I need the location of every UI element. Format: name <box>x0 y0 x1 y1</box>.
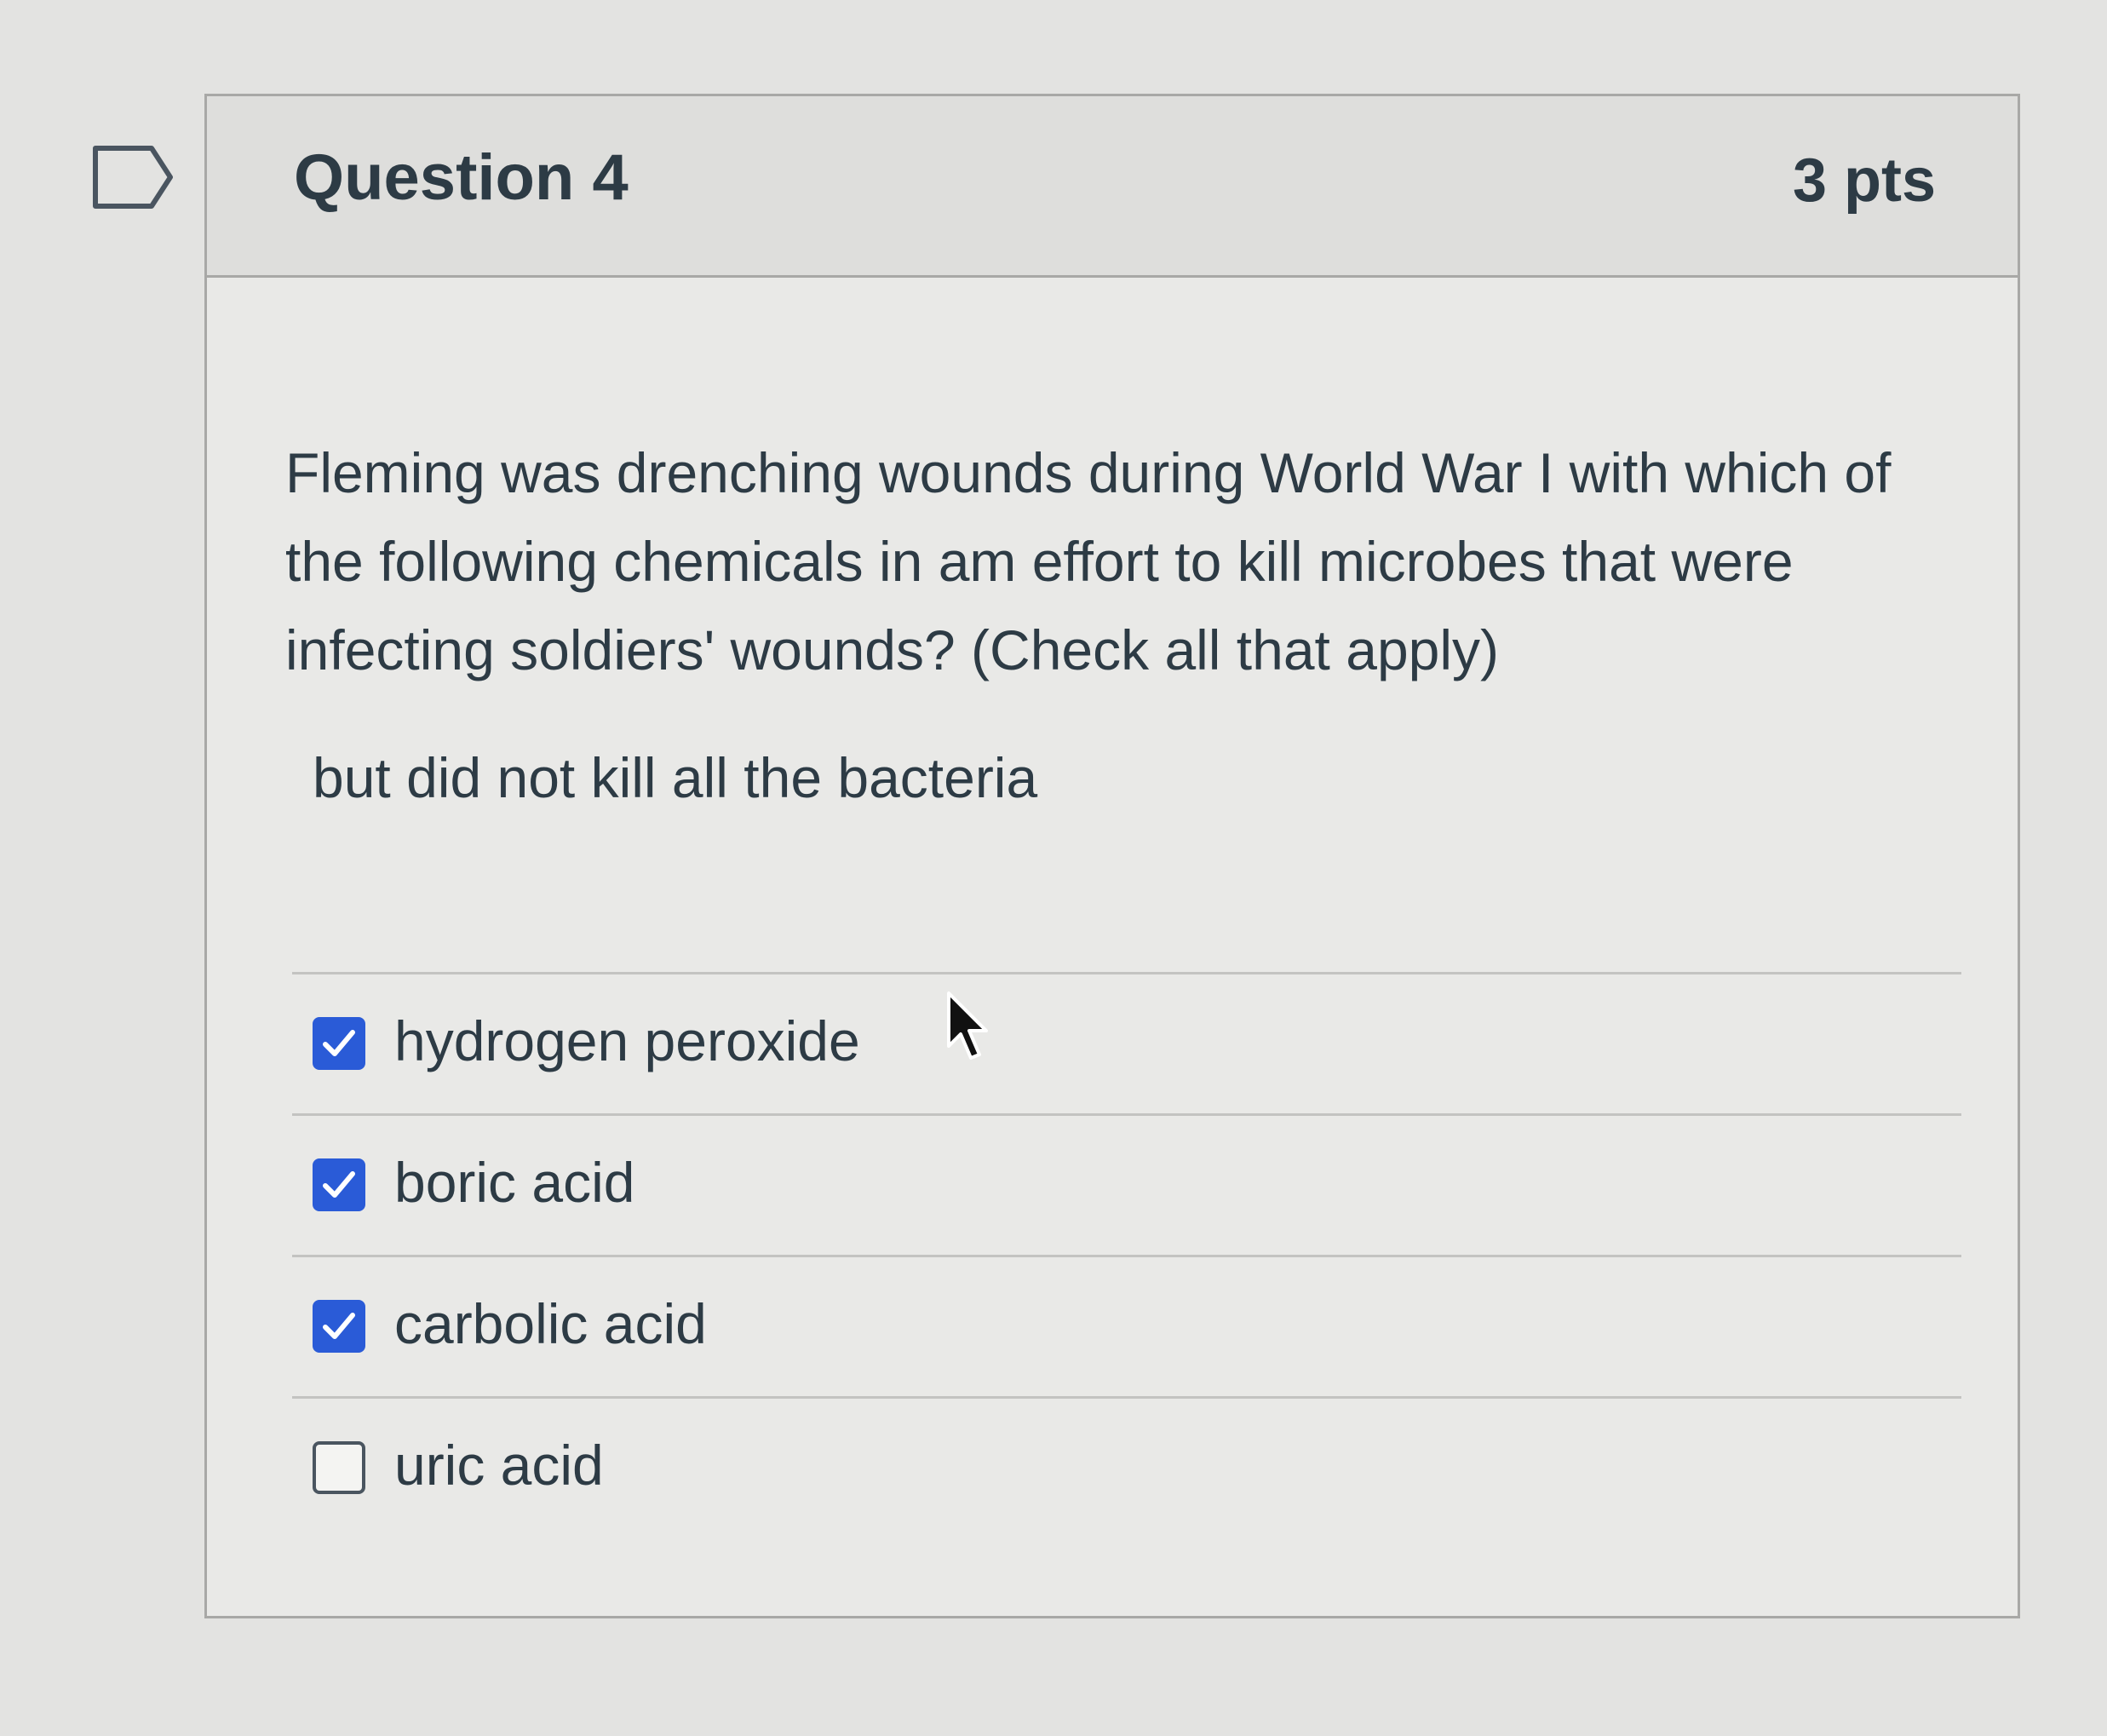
checkmark-icon <box>323 1313 355 1339</box>
answer-label: boric acid <box>394 1151 635 1214</box>
flag-question-icon[interactable] <box>92 145 174 210</box>
answer-option[interactable]: boric acid <box>292 1113 1961 1255</box>
question-header: Question 4 3 pts <box>207 96 2018 278</box>
question-text: Fleming was drenching wounds during Worl… <box>285 441 1892 681</box>
checkmark-icon <box>323 1030 355 1056</box>
checkbox-checked[interactable] <box>313 1300 365 1353</box>
answer-list: hydrogen peroxide boric acid carbolic ac… <box>292 972 1961 1538</box>
answer-option[interactable]: uric acid <box>292 1396 1961 1538</box>
checkbox-unchecked[interactable] <box>313 1441 365 1494</box>
question-title: Question 4 <box>294 141 629 214</box>
answer-label: uric acid <box>394 1434 604 1497</box>
question-card: Question 4 3 pts Fleming was drenching w… <box>204 94 2020 1618</box>
checkbox-checked[interactable] <box>313 1158 365 1211</box>
mouse-pointer-icon <box>947 992 988 1060</box>
checkmark-icon <box>323 1171 355 1198</box>
question-note: but did not kill all the bacteria <box>313 746 1038 809</box>
answer-option[interactable]: carbolic acid <box>292 1255 1961 1396</box>
answer-label: carbolic acid <box>394 1292 707 1355</box>
question-points: 3 pts <box>1792 147 1936 215</box>
answer-label: hydrogen peroxide <box>394 1009 860 1072</box>
checkbox-checked[interactable] <box>313 1017 365 1070</box>
answer-option[interactable]: hydrogen peroxide <box>292 972 1961 1113</box>
